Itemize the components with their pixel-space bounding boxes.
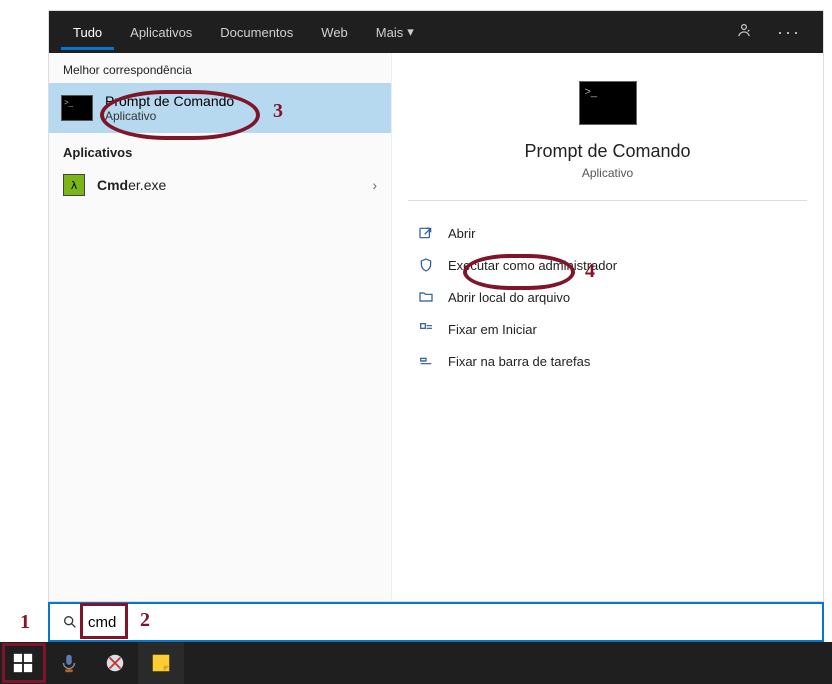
feedback-person-icon[interactable]: [725, 21, 763, 44]
preview-title: Prompt de Comando: [524, 141, 690, 162]
tab-web[interactable]: Web: [309, 15, 360, 50]
search-bar[interactable]: [48, 602, 824, 642]
cmd-icon: [61, 95, 93, 121]
chevron-right-icon: ›: [372, 177, 377, 193]
taskbar: [0, 642, 832, 684]
tab-mais-label: Mais: [376, 25, 403, 40]
best-match-header: Melhor correspondência: [49, 53, 391, 83]
action-open[interactable]: Abrir: [400, 217, 815, 249]
taskbar-app-notes[interactable]: [138, 642, 184, 684]
app-item-label: Cmder.exe: [97, 177, 372, 193]
pin-start-icon: [418, 321, 434, 337]
folder-icon: [418, 289, 434, 305]
action-open-label: Abrir: [448, 226, 475, 241]
open-icon: [418, 225, 434, 241]
search-input[interactable]: [88, 614, 810, 631]
tab-mais[interactable]: Mais ▾: [364, 14, 426, 50]
action-run-admin[interactable]: Executar como administrador: [400, 249, 815, 281]
tab-aplicativos[interactable]: Aplicativos: [118, 15, 204, 50]
action-location-label: Abrir local do arquivo: [448, 290, 570, 305]
action-pin-start-label: Fixar em Iniciar: [448, 322, 537, 337]
chevron-down-icon: ▾: [407, 24, 414, 40]
annotation-number-2: 2: [140, 609, 150, 632]
cortana-mic-icon[interactable]: [46, 642, 92, 684]
shield-icon: [418, 257, 434, 273]
start-button[interactable]: [0, 642, 46, 684]
tab-tudo[interactable]: Tudo: [61, 15, 114, 50]
action-pin-taskbar[interactable]: Fixar na barra de tarefas: [400, 345, 815, 377]
best-match-subtitle: Aplicativo: [105, 109, 234, 123]
action-pin-taskbar-label: Fixar na barra de tarefas: [448, 354, 590, 369]
annotation-number-3: 3: [273, 100, 283, 123]
preview-actions: Abrir Executar como administrador Abrir …: [392, 201, 823, 393]
search-panel: Tudo Aplicativos Documentos Web Mais ▾ ·…: [48, 10, 824, 602]
tab-documentos[interactable]: Documentos: [208, 15, 305, 50]
app-item-cmder[interactable]: λ Cmder.exe ›: [49, 166, 391, 204]
more-options-icon[interactable]: ···: [767, 22, 811, 43]
preview-column: Prompt de Comando Aplicativo Abrir Execu…: [391, 53, 823, 601]
preview-subtitle: Aplicativo: [582, 166, 633, 180]
annotation-number-1: 1: [20, 611, 30, 634]
best-match-title: Prompt de Comando: [105, 93, 234, 109]
preview-header: Prompt de Comando Aplicativo: [392, 53, 823, 200]
pin-taskbar-icon: [418, 353, 434, 369]
app-match-rest: er.exe: [128, 177, 166, 193]
best-match-item[interactable]: Prompt de Comando Aplicativo: [49, 83, 391, 133]
search-tabs: Tudo Aplicativos Documentos Web Mais ▾ ·…: [49, 11, 823, 53]
annotation-number-4: 4: [585, 260, 595, 283]
cmd-icon-large: [579, 81, 637, 125]
app-match-bold: Cmd: [97, 177, 128, 193]
action-pin-start[interactable]: Fixar em Iniciar: [400, 313, 815, 345]
search-body: Melhor correspondência Prompt de Comando…: [49, 53, 823, 601]
apps-section-header: Aplicativos: [49, 133, 391, 166]
search-icon: [62, 614, 78, 630]
results-column: Melhor correspondência Prompt de Comando…: [49, 53, 391, 601]
taskbar-app-snip[interactable]: [92, 642, 138, 684]
lambda-icon: λ: [63, 174, 85, 196]
action-open-location[interactable]: Abrir local do arquivo: [400, 281, 815, 313]
